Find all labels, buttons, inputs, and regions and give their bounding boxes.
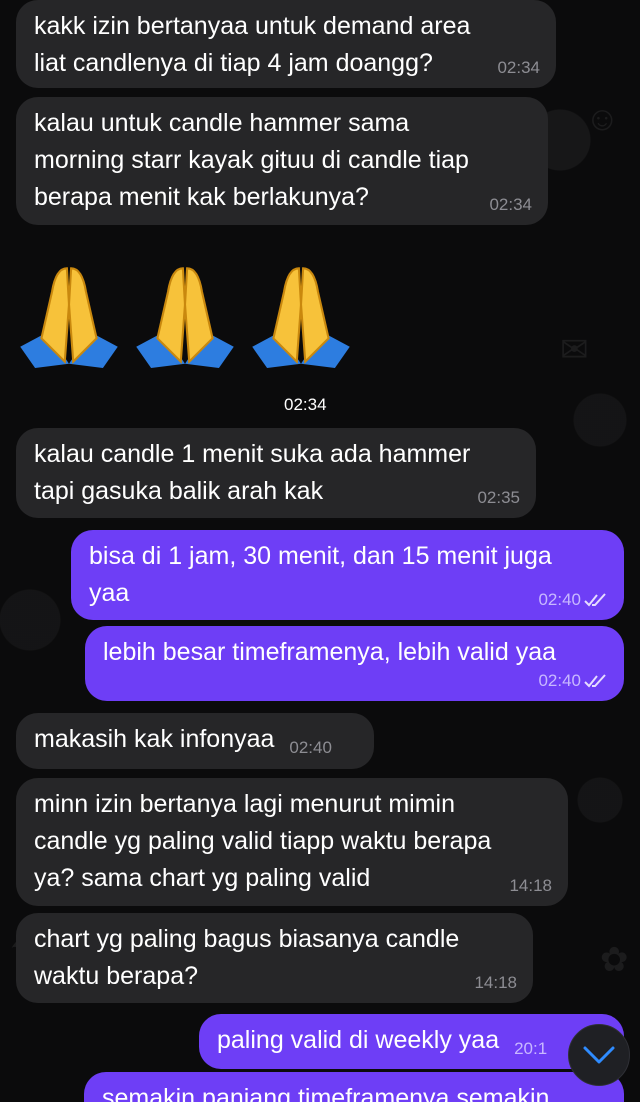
message-text: kalau candle 1 menit suka ada hammer tap… (34, 440, 471, 505)
chat-view[interactable]: ☺ ✉ ♪ ☂ ✿ kakk izin bertanyaa untuk dema… (0, 0, 640, 1102)
message-bubble-outgoing[interactable]: lebih besar timeframenya, lebih valid ya… (85, 626, 624, 701)
message-text: kalau untuk candle hammer sama morning s… (34, 109, 469, 211)
message-text: paling valid di weekly yaa (217, 1026, 500, 1054)
message-bubble-incoming[interactable]: makasih kak infonyaa 02:40 (16, 713, 374, 769)
message-text: makasih kak infonyaa (34, 725, 275, 753)
message-text: semakin panjang timeframenya semakin (102, 1084, 550, 1102)
double-check-icon (584, 674, 606, 688)
folded-hands-emoji (136, 267, 234, 368)
message-text: kakk izin bertanyaa untuk demand area li… (34, 12, 471, 77)
message-time: 02:34 (489, 195, 532, 214)
message-bubble-incoming[interactable]: kalau untuk candle hammer sama morning s… (16, 97, 548, 225)
folded-hands-emoji (20, 267, 118, 368)
message-text: lebih besar timeframenya, lebih valid ya… (103, 638, 557, 666)
message-status: 02:40 (538, 671, 608, 691)
message-time: 02:34 (284, 395, 327, 414)
message-status: 02:40 (538, 590, 608, 610)
message-bubble-incoming[interactable]: chart yg paling bagus biasanya candle wa… (16, 913, 533, 1003)
message-bubble-incoming[interactable]: minn izin bertanya lagi menurut mimin ca… (16, 778, 568, 906)
folded-hands-emoji (252, 267, 350, 368)
message-time: 02:40 (538, 590, 581, 609)
message-text: minn izin bertanya lagi menurut mimin ca… (34, 790, 492, 892)
message-bubble-outgoing[interactable]: paling valid di weekly yaa 20:1 (199, 1014, 624, 1069)
emoji-message[interactable] (16, 262, 354, 368)
scroll-to-bottom-button[interactable] (568, 1024, 630, 1086)
wallpaper-doodle-icon: ✉ (560, 331, 589, 369)
message-time: 02:34 (497, 58, 540, 77)
message-text: bisa di 1 jam, 30 menit, dan 15 menit ju… (89, 542, 552, 607)
message-time: 14:18 (509, 876, 552, 895)
message-text: chart yg paling bagus biasanya candle wa… (34, 925, 460, 990)
message-time: 02:35 (477, 488, 520, 507)
message-bubble-outgoing[interactable]: semakin panjang timeframenya semakin (84, 1072, 624, 1102)
chevron-down-icon (583, 1046, 615, 1064)
wallpaper-doodle-icon: ☺ (585, 100, 620, 138)
message-bubble-outgoing[interactable]: bisa di 1 jam, 30 menit, dan 15 menit ju… (71, 530, 624, 620)
message-time: 02:40 (538, 671, 581, 690)
message-bubble-incoming[interactable]: kalau candle 1 menit suka ada hammer tap… (16, 428, 536, 518)
message-time: 02:40 (289, 738, 332, 757)
message-bubble-incoming[interactable]: kakk izin bertanyaa untuk demand area li… (16, 0, 556, 88)
double-check-icon (584, 593, 606, 607)
message-time: 14:18 (474, 973, 517, 992)
wallpaper-doodle-icon: ✿ (600, 941, 629, 979)
message-time: 20:1 (514, 1039, 548, 1058)
